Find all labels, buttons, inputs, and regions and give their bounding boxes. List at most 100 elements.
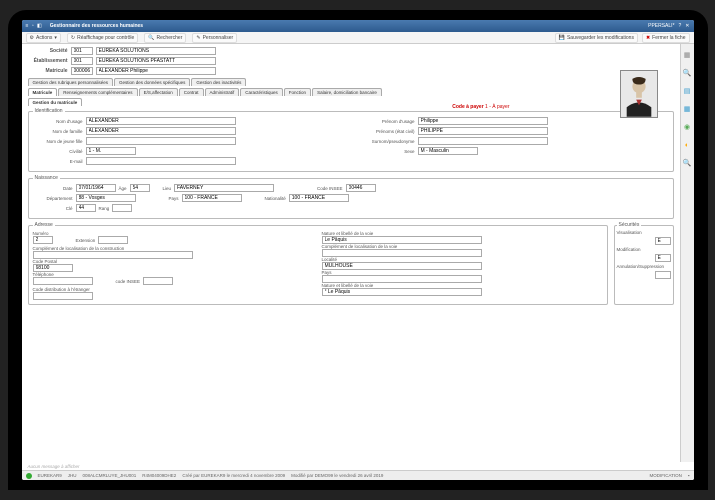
window-code: PPERSALI* bbox=[648, 23, 674, 29]
message-bar: Aucun message à afficher bbox=[22, 462, 694, 470]
personnaliser-button[interactable]: ✎ Personnaliser bbox=[192, 33, 237, 43]
tabs-level1: Gestion des rubriques personnalisées Ges… bbox=[28, 78, 674, 86]
side-icon-6[interactable]: ◐ bbox=[682, 140, 692, 150]
etablissement-label: Établissement bbox=[28, 58, 68, 64]
status-s3: 008ALCMRLUYE_JHU001 bbox=[83, 473, 137, 478]
code-insee2-input[interactable] bbox=[143, 277, 173, 285]
rechercher-button[interactable]: 🔍 Rechercher bbox=[144, 33, 186, 43]
nature2-input[interactable] bbox=[322, 288, 482, 296]
surnom-input[interactable] bbox=[418, 137, 548, 145]
sauvegarder-button[interactable]: 💾 Sauvegarder les modifications bbox=[555, 33, 638, 43]
societe-name-input[interactable] bbox=[96, 47, 216, 55]
tab-fonction[interactable]: Fonction bbox=[284, 88, 311, 96]
prenom-usage-input[interactable] bbox=[418, 117, 548, 125]
adresse-group: Adresse Numéro Extension Complément de l… bbox=[28, 222, 608, 305]
societe-label: Société bbox=[28, 48, 68, 54]
tab-renseignements[interactable]: Renseignements complémentaires bbox=[58, 88, 137, 96]
close-icon[interactable]: ✕ bbox=[685, 23, 689, 29]
cp-input[interactable] bbox=[33, 264, 73, 272]
age-input[interactable] bbox=[130, 184, 150, 192]
code-insee-input[interactable] bbox=[346, 184, 376, 192]
prenoms-civil-input[interactable] bbox=[418, 127, 548, 135]
pays-naissance-input[interactable] bbox=[182, 194, 242, 202]
nom-jeunefille-input[interactable] bbox=[86, 137, 236, 145]
tab-caracteristiques[interactable]: Caractéristiques bbox=[240, 88, 283, 96]
window-title: Gestionnaire des ressources humaines bbox=[50, 23, 143, 29]
telephone-input[interactable] bbox=[33, 277, 93, 285]
side-toolbar: ▦ 🔍 ▤ ▦ ◉ ◐ 🔍 bbox=[680, 44, 694, 462]
side-icon-3[interactable]: ▤ bbox=[682, 86, 692, 96]
status-s5: Créé par EUREKAR9 le mercredi 4 novembre… bbox=[182, 473, 285, 478]
status-indicator-icon bbox=[26, 473, 32, 479]
tabs-level2: Matricule Renseignements complémentaires… bbox=[28, 88, 674, 96]
pays-adresse-input[interactable] bbox=[322, 275, 482, 283]
nom-usage-input[interactable] bbox=[86, 117, 236, 125]
etablissement-code-input[interactable] bbox=[71, 57, 93, 65]
code-a-payer: Code à payer 1 - À payer bbox=[452, 104, 509, 110]
status-s2: JHU bbox=[68, 473, 77, 478]
extension-input[interactable] bbox=[98, 236, 128, 244]
etablissement-name-input[interactable] bbox=[96, 57, 216, 65]
societe-code-input[interactable] bbox=[71, 47, 93, 55]
tab-contrat[interactable]: Contrat bbox=[179, 88, 204, 96]
naissance-group: Naissance Date Âge Lieu Code INSEE Dépar… bbox=[28, 175, 674, 219]
status-mode: MODIFICATION bbox=[649, 473, 681, 478]
annulation-input[interactable] bbox=[655, 271, 671, 279]
modification-input[interactable] bbox=[655, 254, 671, 262]
nationalite-input[interactable] bbox=[289, 194, 349, 202]
numero-input[interactable] bbox=[33, 236, 53, 244]
identification-legend: Identification bbox=[33, 108, 65, 114]
app-icon: ◧ bbox=[37, 23, 42, 29]
status-s1: EUREKAR9 bbox=[38, 473, 62, 478]
employee-photo bbox=[620, 70, 658, 118]
reaffichage-button[interactable]: ↻ Réaffichage pour contrôle bbox=[67, 33, 138, 43]
date-naissance-input[interactable] bbox=[76, 184, 116, 192]
tab-rubriques[interactable]: Gestion des rubriques personnalisées bbox=[28, 78, 114, 86]
civilite-input[interactable] bbox=[86, 147, 136, 155]
tab-donnees-spec[interactable]: Gestion des données spécifiques bbox=[114, 78, 190, 86]
status-bar: EUREKAR9 JHU 008ALCMRLUYE_JHU001 R4M0400… bbox=[22, 470, 694, 480]
side-icon-1[interactable]: ▦ bbox=[682, 50, 692, 60]
tab-es-affectation[interactable]: E/S,affectation bbox=[139, 88, 178, 96]
tab-gestion-matricule[interactable]: Gestion du matricule bbox=[28, 98, 83, 106]
window-icon: ▫ bbox=[32, 23, 34, 29]
securites-group: Sécurités Visualisation Modification Ann… bbox=[614, 222, 674, 305]
securites-legend: Sécurités bbox=[617, 222, 642, 228]
lieu-input[interactable] bbox=[174, 184, 274, 192]
actions-menu[interactable]: ⚙ Actions ▾ bbox=[26, 33, 61, 43]
visualisation-input[interactable] bbox=[655, 237, 671, 245]
side-calendar-icon[interactable]: ▦ bbox=[682, 104, 692, 114]
matricule-label: Matricule bbox=[28, 68, 68, 74]
complement1-input[interactable] bbox=[33, 251, 193, 259]
side-icon-5[interactable]: ◉ bbox=[682, 122, 692, 132]
menu-icon[interactable]: ≡ bbox=[26, 23, 29, 29]
tabs-level3: Gestion du matricule bbox=[28, 98, 674, 106]
identification-group: Identification Nom d'usage Nom de famill… bbox=[28, 108, 674, 172]
matricule-name-input[interactable] bbox=[96, 67, 216, 75]
tab-salaire[interactable]: Salaire, domiciliation bancaire bbox=[312, 88, 382, 96]
localite-input[interactable] bbox=[322, 262, 482, 270]
tab-administratif[interactable]: Administratif bbox=[205, 88, 240, 96]
nom-famille-input[interactable] bbox=[86, 127, 236, 135]
tab-inactivites[interactable]: Gestion des inactivités bbox=[191, 78, 246, 86]
status-s4: R4M04009DHE2 bbox=[142, 473, 176, 478]
departement-input[interactable] bbox=[76, 194, 136, 202]
tab-matricule[interactable]: Matricule bbox=[28, 88, 58, 96]
rang-input[interactable] bbox=[112, 204, 132, 212]
nature-voie-input[interactable] bbox=[322, 236, 482, 244]
side-search-icon[interactable]: 🔍 bbox=[682, 68, 692, 78]
help-icon[interactable]: ? bbox=[679, 23, 682, 29]
adresse-legend: Adresse bbox=[33, 222, 55, 228]
status-s6: Modifié par DEMO99 le vendredi 26 avril … bbox=[291, 473, 383, 478]
title-bar: ≡ ▫ ◧ Gestionnaire des ressources humain… bbox=[22, 20, 694, 32]
side-zoom-icon[interactable]: 🔍 bbox=[682, 158, 692, 168]
fermer-button[interactable]: ✖ Fermer la fiche bbox=[642, 33, 690, 43]
status-end-icon: ▪ bbox=[688, 473, 690, 478]
cle-input[interactable] bbox=[76, 204, 96, 212]
naissance-legend: Naissance bbox=[33, 175, 60, 181]
email-input[interactable] bbox=[86, 157, 236, 165]
complement2-input[interactable] bbox=[322, 249, 482, 257]
sexe-input[interactable] bbox=[418, 147, 478, 155]
matricule-code-input[interactable] bbox=[71, 67, 93, 75]
code-dist-input[interactable] bbox=[33, 292, 93, 300]
